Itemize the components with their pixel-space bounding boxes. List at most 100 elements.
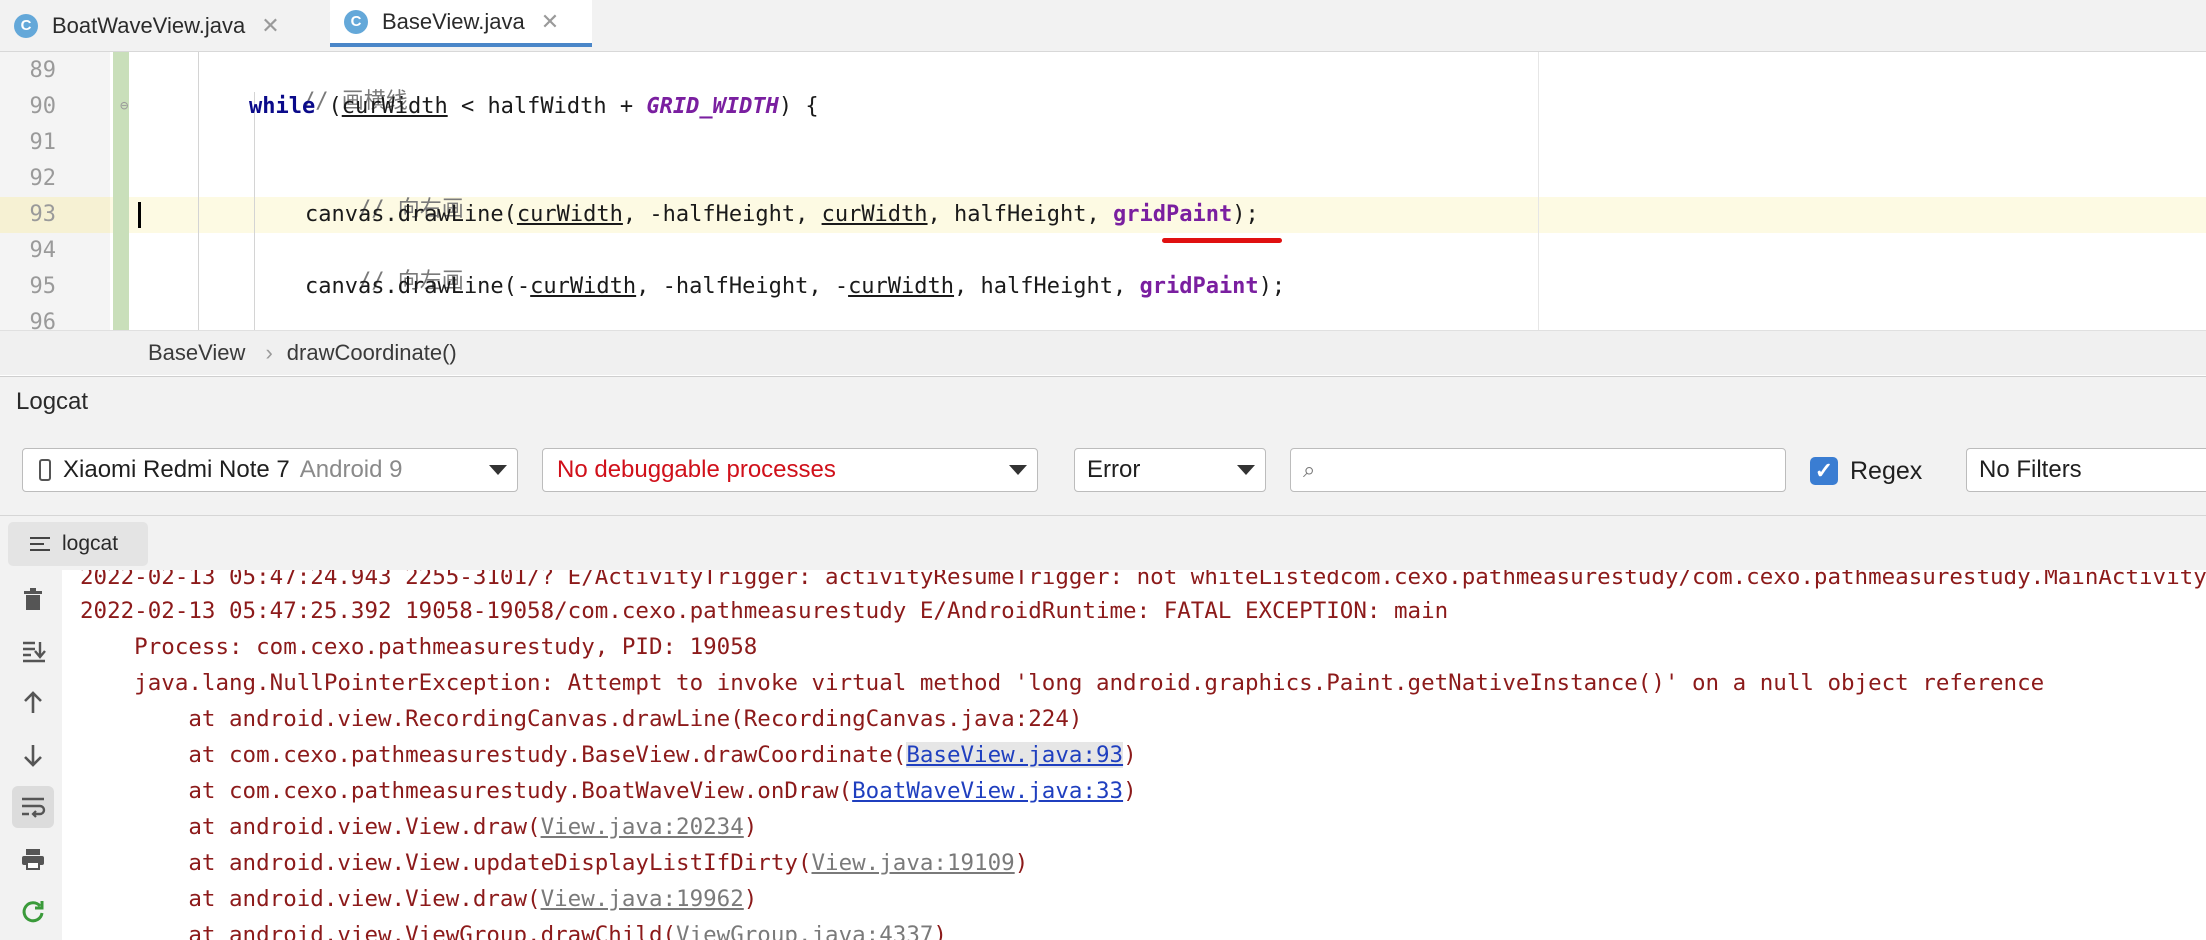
code-text: ) { (778, 94, 819, 119)
soft-wrap-icon[interactable] (12, 786, 54, 828)
tab-label: BoatWaveView.java (52, 12, 246, 38)
code-variable: curWidth (530, 274, 637, 299)
chevron-right-icon: › (265, 340, 273, 365)
source-link[interactable]: View.java:19109 (812, 850, 1015, 876)
code-text: , -halfHeight, (622, 202, 822, 227)
code-variable: curWidth (848, 274, 955, 299)
log-line: at com.cexo.pathmeasurestudy.BoatWaveVie… (80, 776, 1136, 806)
log-line: at android.view.RecordingCanvas.drawLine… (80, 706, 1083, 732)
stack-frame-text: at com.cexo.pathmeasurestudy.BoatWaveVie… (80, 778, 853, 804)
stack-frame-text: at android.view.View.updateDisplayListIf… (80, 850, 812, 876)
log-line: at com.cexo.pathmeasurestudy.BaseView.dr… (80, 740, 1137, 770)
breadcrumb-class[interactable]: BaseView (148, 340, 245, 366)
tab-label: BaseView.java (382, 8, 525, 34)
log-line: java.lang.NullPointerException: Attempt … (80, 670, 2045, 696)
log-line: Process: com.cexo.pathmeasurestudy, PID:… (80, 634, 758, 660)
regex-label[interactable]: Regex (1850, 457, 1922, 486)
logcat-toolbar: Xiaomi Redmi Note 7 Android 9 No debugga… (0, 427, 2206, 515)
logcat-panel-header: Logcat (0, 376, 2206, 428)
chevron-down-icon (1237, 465, 1255, 475)
log-line: at android.view.View.updateDisplayListIf… (80, 848, 1028, 878)
close-icon[interactable]: ✕ (261, 13, 279, 39)
line-number: 95 (29, 274, 57, 299)
log-level-selector[interactable]: Error (1074, 448, 1266, 492)
fold-icon[interactable]: ⊖ (120, 98, 128, 114)
code-text: , halfHeight, (954, 274, 1140, 299)
code-variable: curWidth (516, 202, 623, 227)
device-selector[interactable]: Xiaomi Redmi Note 7 Android 9 (22, 448, 518, 492)
device-name: Xiaomi Redmi Note 7 (63, 456, 290, 483)
code-constant: GRID_WIDTH (646, 94, 779, 119)
regex-checkbox[interactable]: ✓ (1810, 457, 1838, 485)
right-margin-guide (1538, 52, 1539, 330)
line-number: 94 (29, 238, 57, 263)
phone-icon (39, 459, 51, 481)
log-line: 2022-02-13 05:47:25.392 19058-19058/com.… (80, 598, 1449, 624)
java-class-icon: C (14, 13, 38, 38)
code-text: canvas.drawLine( (305, 202, 517, 227)
log-line: at android.view.ViewGroup.drawChild(View… (80, 920, 947, 940)
search-input[interactable] (1323, 456, 1748, 484)
arrow-down-icon[interactable] (12, 734, 54, 776)
code-line-95: canvas.drawLine(-curWidth, -halfHeight, … (305, 274, 1285, 299)
search-field[interactable]: ⌕ (1290, 448, 1786, 492)
device-os: Android 9 (299, 456, 403, 483)
source-link[interactable]: ViewGroup.java:4337 (676, 922, 933, 940)
code-text: ); (1258, 274, 1286, 299)
logcat-side-toolbar (0, 570, 63, 940)
arrow-up-icon[interactable] (12, 682, 54, 724)
source-link[interactable]: View.java:19962 (541, 886, 744, 912)
logcat-tab-row: logcat (0, 515, 2206, 571)
logcat-output[interactable]: 2022-02-13 05:47:24.943 2255-3101/? E/Ac… (62, 570, 2206, 940)
stack-frame-text: at android.view.View.draw( (80, 814, 541, 840)
print-icon[interactable] (12, 838, 54, 880)
stack-frame-text: ) (743, 886, 758, 912)
tab-baseview[interactable]: C BaseView.java ✕ (330, 0, 592, 47)
red-underline-annotation (1162, 238, 1282, 243)
stack-frame-text: at android.view.ViewGroup.drawChild( (80, 922, 677, 940)
line-number: 89 (29, 58, 57, 83)
breadcrumb-method[interactable]: drawCoordinate() (287, 340, 457, 366)
scroll-to-end-icon[interactable] (12, 630, 54, 672)
process-selector[interactable]: No debuggable processes (542, 448, 1038, 492)
code-text: < halfWidth + (447, 94, 647, 119)
code-line-90: while (curWidth < halfWidth + GRID_WIDTH… (249, 94, 819, 119)
close-icon[interactable]: ✕ (541, 9, 559, 35)
text-caret (138, 202, 141, 228)
tab-boatwaveview[interactable]: C BoatWaveView.java ✕ (14, 0, 286, 51)
list-icon (30, 537, 50, 551)
log-line: at android.view.View.draw(View.java:1996… (80, 884, 757, 914)
filter-label: No Filters (1979, 456, 2082, 483)
tab-logcat[interactable]: logcat (8, 522, 148, 566)
code-text: ); (1232, 202, 1259, 227)
source-link[interactable]: BaseView.java:93 (906, 742, 1124, 768)
stack-frame-text: ) (933, 922, 947, 940)
code-line-93: canvas.drawLine(curWidth, -halfHeight, c… (305, 202, 1259, 227)
code-editor[interactable]: 89 90 91 92 93 94 95 96 ⊖ // 画横线 while (… (0, 52, 2206, 330)
panel-title: Logcat (16, 388, 89, 415)
tab-label: logcat (62, 532, 119, 555)
chevron-down-icon (1009, 465, 1027, 475)
process-label: No debuggable processes (557, 456, 836, 483)
search-icon: ⌕ (1303, 457, 1316, 482)
trash-icon[interactable] (12, 578, 54, 620)
stack-frame-text: ) (1014, 850, 1029, 876)
code-text: ( (315, 94, 342, 119)
code-variable: curWidth (821, 202, 928, 227)
stack-frame-text: ) (743, 814, 758, 840)
stack-frame-text: at com.cexo.pathmeasurestudy.BaseView.dr… (80, 742, 907, 768)
indent-guide (198, 52, 199, 330)
code-text: canvas.drawLine(- (305, 274, 531, 299)
editor-tab-bar: C BoatWaveView.java ✕ C BaseView.java ✕ (0, 0, 2206, 52)
vcs-change-marker[interactable] (113, 52, 129, 330)
line-number: 92 (29, 166, 57, 191)
log-line: 2022-02-13 05:47:24.943 2255-3101/? E/Ac… (80, 570, 2206, 590)
source-link[interactable]: View.java:20234 (541, 814, 744, 840)
line-number: 93 (29, 202, 57, 227)
source-link[interactable]: BoatWaveView.java:33 (852, 778, 1123, 804)
stack-frame-text: at android.view.View.draw( (80, 886, 541, 912)
log-level-label: Error (1087, 456, 1141, 483)
code-text: , halfHeight, (927, 202, 1113, 227)
restart-icon[interactable] (12, 890, 54, 932)
filter-selector[interactable]: No Filters (1966, 448, 2206, 492)
